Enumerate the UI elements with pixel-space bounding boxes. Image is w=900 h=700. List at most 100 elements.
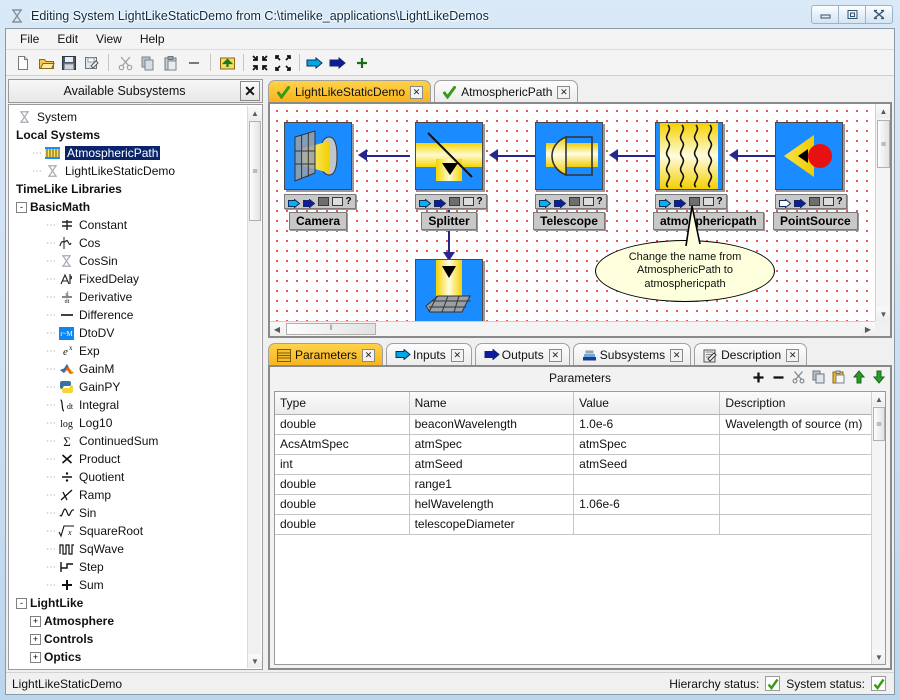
subsystems-box-icon[interactable] bbox=[462, 197, 474, 206]
diagram-block-simplefieldsensor[interactable]: ?SimpleFieldSensor bbox=[415, 259, 483, 321]
grid-scroll-down-arrow[interactable]: ▼ bbox=[872, 650, 885, 664]
close-panel-button[interactable]: ✕ bbox=[240, 81, 260, 101]
column-header-description[interactable]: Description bbox=[719, 392, 885, 415]
tree-item-constant[interactable]: ⋯ Constant bbox=[10, 216, 247, 234]
tree-item-atmosphere[interactable]: + Atmosphere bbox=[10, 612, 247, 630]
cell-value[interactable]: atmSeed bbox=[573, 454, 721, 475]
canvas-tab-atmosphericpath[interactable]: AtmosphericPath ✕ bbox=[434, 80, 579, 103]
block-name-label[interactable]: Telescope bbox=[533, 212, 605, 230]
subsystems-box-icon[interactable] bbox=[582, 197, 594, 206]
tree-item-sqwave[interactable]: ⋯ SqWave bbox=[10, 540, 247, 558]
canvas-scroll-down-arrow[interactable]: ▼ bbox=[876, 307, 890, 321]
subsystems-box-icon[interactable] bbox=[822, 197, 834, 206]
cell-name[interactable]: helWavelength bbox=[409, 494, 575, 515]
grid-scrollbar[interactable]: ▲ ≣ ▼ bbox=[871, 392, 885, 664]
menu-edit[interactable]: Edit bbox=[49, 30, 86, 48]
help-button[interactable]: ? bbox=[476, 196, 482, 207]
output-port-icon[interactable] bbox=[303, 197, 316, 209]
tab-close-button[interactable]: ✕ bbox=[362, 348, 376, 362]
cell-value[interactable]: 1.06e-6 bbox=[573, 494, 721, 515]
help-button[interactable]: ? bbox=[345, 196, 351, 207]
tree-item-dtodv[interactable]: ⋯ r~M DtoDV bbox=[10, 324, 247, 342]
cell-name[interactable]: telescopeDiameter bbox=[409, 514, 575, 535]
subsystems-box-icon[interactable] bbox=[702, 197, 714, 206]
menu-view[interactable]: View bbox=[88, 30, 130, 48]
tree-item-sensors[interactable]: +Sensors bbox=[10, 666, 247, 668]
output-port-icon[interactable] bbox=[554, 197, 567, 209]
subsystem-tree[interactable]: System Local Systems ⋯ AtmosphericPath ⋯ Ligh… bbox=[10, 106, 247, 668]
add-port-icon[interactable] bbox=[351, 52, 373, 74]
help-button[interactable]: ? bbox=[836, 196, 842, 207]
tree-item-optics[interactable]: + Optics bbox=[10, 648, 247, 666]
cell-description[interactable] bbox=[719, 494, 885, 515]
cut-button[interactable] bbox=[791, 369, 806, 385]
cell-type[interactable]: double bbox=[275, 494, 410, 515]
help-button[interactable]: ? bbox=[716, 196, 722, 207]
properties-tab-inputs[interactable]: Inputs ✕ bbox=[386, 343, 472, 366]
parameters-box-icon[interactable] bbox=[808, 197, 820, 206]
paste-button[interactable] bbox=[831, 369, 846, 385]
diagram-block-splitter[interactable]: ? Splitter bbox=[415, 122, 487, 230]
cell-type[interactable]: int bbox=[275, 454, 410, 475]
tree-item-log10[interactable]: ⋯ log Log10 bbox=[10, 414, 247, 432]
block-name-label[interactable]: PointSource bbox=[773, 212, 858, 230]
tree-item-difference[interactable]: ⋯ Difference bbox=[10, 306, 247, 324]
tree-item-atmosphericpath[interactable]: ⋯ AtmosphericPath bbox=[10, 144, 247, 162]
output-port-icon[interactable] bbox=[434, 197, 447, 209]
tab-close-button[interactable]: ✕ bbox=[410, 85, 424, 99]
input-port-icon[interactable] bbox=[305, 52, 327, 74]
tree-item-gainpy[interactable]: ⋯ GainPY bbox=[10, 378, 247, 396]
subsystems-box-icon[interactable] bbox=[331, 197, 343, 206]
tree-item-step[interactable]: ⋯ Step bbox=[10, 558, 247, 576]
delete-icon[interactable] bbox=[183, 52, 205, 74]
new-file-icon[interactable] bbox=[12, 52, 34, 74]
block-name-label[interactable]: Splitter bbox=[421, 212, 477, 230]
move-up-button[interactable] bbox=[851, 369, 866, 385]
tree-item-fixeddelay[interactable]: ⋯ FixedDelay bbox=[10, 270, 247, 288]
input-port-icon[interactable] bbox=[539, 197, 552, 209]
input-port-icon[interactable] bbox=[419, 197, 432, 209]
copy-button[interactable] bbox=[811, 369, 826, 385]
output-port-icon[interactable] bbox=[794, 197, 807, 209]
sidebar-scrollbar[interactable]: ▲ ≣ ▼ bbox=[247, 106, 262, 668]
cell-description[interactable] bbox=[719, 514, 885, 535]
zoom-collapse-icon[interactable] bbox=[249, 52, 271, 74]
cell-description[interactable] bbox=[719, 454, 885, 475]
scroll-thumb[interactable]: ≣ bbox=[249, 121, 261, 221]
output-port-icon[interactable] bbox=[328, 52, 350, 74]
canvas-vscroll-thumb[interactable]: ≣ bbox=[877, 120, 890, 168]
table-row[interactable]: int atmSeed atmSeed bbox=[275, 454, 885, 475]
cell-type[interactable]: AcsAtmSpec bbox=[275, 434, 410, 455]
diagram-canvas[interactable]: ? Camera ? Splitter ? Telescope ? atmospheri… bbox=[270, 104, 875, 321]
remove-parameter-button[interactable] bbox=[771, 369, 786, 385]
tree-item-controls[interactable]: + Controls bbox=[10, 630, 247, 648]
input-port-icon[interactable] bbox=[288, 197, 301, 209]
help-button[interactable]: ? bbox=[596, 196, 602, 207]
tree-item-cos[interactable]: ⋯ Cos bbox=[10, 234, 247, 252]
cell-description[interactable] bbox=[719, 434, 885, 455]
save-icon[interactable] bbox=[58, 52, 80, 74]
open-folder-icon[interactable] bbox=[35, 52, 57, 74]
canvas-horizontal-scrollbar[interactable]: ◀ ⦀ ▶ bbox=[270, 321, 875, 336]
minimize-button[interactable] bbox=[811, 5, 839, 24]
diagram-block-telescope[interactable]: ? Telescope bbox=[533, 122, 607, 230]
cell-value[interactable]: atmSpec bbox=[573, 434, 721, 455]
canvas-hscroll-thumb[interactable]: ⦀ bbox=[286, 323, 376, 335]
column-header-type[interactable]: Type bbox=[275, 392, 410, 415]
copy-icon[interactable] bbox=[137, 52, 159, 74]
block-name-label[interactable]: Camera bbox=[288, 212, 348, 230]
tree-item-quotient[interactable]: ⋯ Quotient bbox=[10, 468, 247, 486]
tree-item-integral[interactable]: ⋯ dt Integral bbox=[10, 396, 247, 414]
properties-tab-outputs[interactable]: Outputs ✕ bbox=[474, 343, 570, 366]
export-folder-icon[interactable] bbox=[216, 52, 238, 74]
tree-item-cossin[interactable]: ⋯ CosSin bbox=[10, 252, 247, 270]
grid-scroll-thumb[interactable]: ≣ bbox=[873, 407, 885, 441]
paste-icon[interactable] bbox=[160, 52, 182, 74]
tree-item-derivative[interactable]: ⋯ d dt Derivative bbox=[10, 288, 247, 306]
cell-value[interactable]: 1.0e-6 bbox=[573, 414, 721, 435]
diagram-block-camera[interactable]: ? Camera bbox=[284, 122, 356, 230]
add-parameter-button[interactable] bbox=[751, 369, 766, 385]
zoom-expand-icon[interactable] bbox=[272, 52, 294, 74]
cell-name[interactable]: range1 bbox=[409, 474, 575, 495]
collapse-toggle-icon[interactable]: - bbox=[16, 597, 27, 609]
